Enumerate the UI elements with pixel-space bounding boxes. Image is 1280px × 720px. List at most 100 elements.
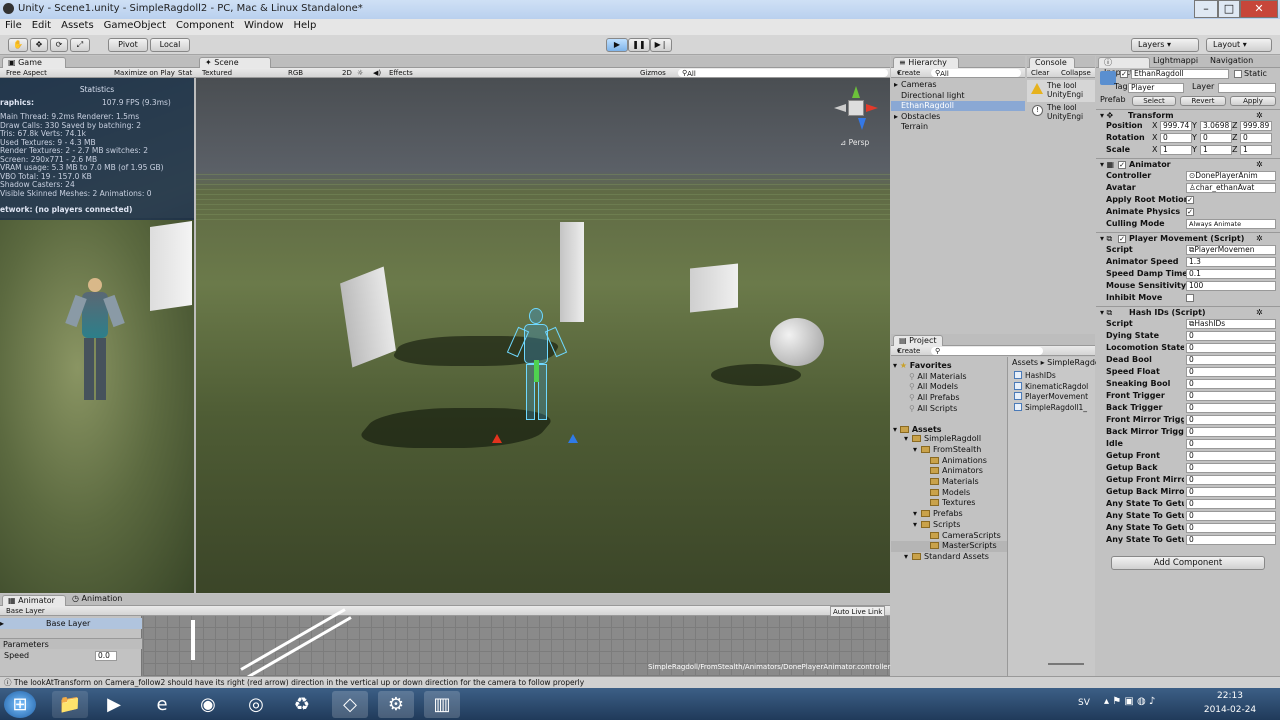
favorite-item[interactable]: ⚲ All Scripts (909, 403, 957, 415)
layout-dropdown[interactable]: Layout ▾ (1206, 38, 1272, 52)
projection-label[interactable]: ⊿ Persp (840, 138, 869, 147)
layer-dropdown[interactable] (1218, 83, 1276, 93)
hierarchy-item[interactable]: Directional light (891, 91, 1025, 101)
hash-field-input[interactable]: 0 (1186, 451, 1276, 461)
2d-toggle[interactable]: 2D (342, 68, 352, 78)
effects-dropdown[interactable]: Effects (389, 68, 413, 78)
transform-position-z-field[interactable]: 999.89 (1240, 121, 1272, 131)
speed-param-field[interactable]: 0.0 (95, 651, 117, 661)
step-icon[interactable]: ▶❘ (650, 38, 672, 52)
project-folder[interactable]: Animations (891, 456, 1007, 467)
pivot-button[interactable]: Pivot (108, 38, 148, 52)
start-button-icon[interactable]: ⊞ (4, 691, 36, 718)
object-name-field[interactable]: EthanRagdoll (1131, 69, 1229, 79)
tag-dropdown[interactable]: Player (1128, 83, 1184, 93)
menu-item-help[interactable]: Help (289, 19, 322, 31)
add-component-button[interactable]: Add Component (1111, 556, 1265, 570)
close-button[interactable]: ✕ (1240, 0, 1278, 18)
tab-scene[interactable]: ✦ Scene (199, 57, 271, 68)
project-folder[interactable]: Models (891, 488, 1007, 499)
hash-field-input[interactable]: 0 (1186, 535, 1276, 545)
avatar-field[interactable]: ♙char_ethanAvat (1186, 183, 1276, 193)
hash-ids-header[interactable]: ▾ ⧉ Hash IDs (Script) ✲ (1096, 306, 1280, 318)
rgb-dropdown[interactable]: RGB (288, 68, 303, 78)
hash-field-input[interactable]: 0 (1186, 427, 1276, 437)
hash-field-input[interactable]: 0 (1186, 523, 1276, 533)
project-folder[interactable]: Materials (891, 477, 1007, 488)
tab-project[interactable]: ▤ Project (893, 335, 943, 346)
hash-field-input[interactable]: 0 (1186, 391, 1276, 401)
prefab-select-button[interactable]: Select (1132, 96, 1176, 106)
audio-icon[interactable]: ◀) (373, 68, 381, 78)
tab-animation[interactable]: ◷ Animation (72, 593, 122, 605)
active-checkbox[interactable]: ✓ (1120, 70, 1128, 78)
hierarchy-item[interactable]: ▸ Obstacles (891, 112, 1025, 122)
scale-tool-icon[interactable]: ⤢ (70, 38, 90, 52)
ie-browser-icon[interactable]: e (144, 691, 180, 718)
layer-breadcrumb[interactable]: Base Layer (6, 606, 45, 616)
move-handle-z-icon[interactable] (568, 434, 578, 443)
hash-field-input[interactable]: 0 (1186, 415, 1276, 425)
light-icon[interactable]: ☼ (357, 68, 363, 78)
project-folder[interactable]: ▾ SimpleRagdoll (891, 434, 1007, 445)
unity-taskbar-icon[interactable]: ◇ (332, 691, 368, 718)
transform-rotation-x-field[interactable]: 0 (1160, 133, 1192, 143)
menu-item-assets[interactable]: Assets (56, 19, 99, 31)
hierarchy-item[interactable]: Terrain (891, 122, 1025, 132)
shading-dropdown[interactable]: Textured (202, 68, 232, 78)
tab-inspector[interactable]: ⓘ Inspector (1098, 57, 1150, 77)
culling-mode-dropdown[interactable]: Always Animate (1186, 219, 1276, 229)
minimize-button[interactable]: – (1194, 0, 1218, 18)
hash-field-input[interactable]: 0 (1186, 367, 1276, 377)
project-folder[interactable]: ▾ FromStealth (891, 445, 1007, 456)
hierarchy-search-input[interactable]: ⚲ All (931, 69, 1021, 78)
settings-gear-icon[interactable]: ✲ (1256, 233, 1263, 245)
layers-dropdown[interactable]: Layers ▾ (1131, 38, 1199, 52)
project-folder[interactable]: ▾ Prefabs (891, 509, 1007, 520)
static-checkbox[interactable] (1234, 70, 1242, 78)
scene-search-input[interactable]: ⚲ All (678, 69, 888, 78)
hierarchy-item[interactable]: EthanRagdoll (891, 101, 1025, 111)
settings-gear-icon[interactable]: ✲ (1256, 159, 1263, 171)
pm-field-input[interactable]: 1.3 (1186, 257, 1276, 267)
maximize-on-play-toggle[interactable]: Maximize on Play (114, 68, 175, 78)
clock-time[interactable]: 22:13 (1208, 691, 1252, 701)
tab-hierarchy[interactable]: ≡ Hierarchy (893, 57, 959, 68)
play-icon[interactable]: ▶ (606, 38, 628, 52)
transform-rotation-z-field[interactable]: 0 (1240, 133, 1272, 143)
settings-gear-icon[interactable]: ✲ (1256, 307, 1263, 319)
console-message[interactable]: The lool UnityEngi (1027, 80, 1095, 102)
pm-field-input[interactable]: 100 (1186, 281, 1276, 291)
tab-navigation[interactable]: Navigation (1210, 56, 1253, 67)
status-bar[interactable]: ⓘ The lookAtTransform on Camera_follow2 … (0, 676, 1280, 688)
controller-field[interactable]: ⊙DonePlayerAnim (1186, 171, 1276, 181)
rotate-tool-icon[interactable]: ⟳ (50, 38, 68, 52)
expand-arrow-icon[interactable]: ▸ (891, 80, 901, 90)
move-handle-x-icon[interactable] (492, 434, 502, 443)
game-viewport[interactable]: Statistics raphics: 107.9 FPS (9.3ms) Ma… (0, 78, 194, 593)
language-indicator[interactable]: SV (1078, 698, 1090, 708)
monodevelop-icon[interactable]: ⚙ (378, 691, 414, 718)
project-folder[interactable]: CameraScripts (891, 531, 1007, 542)
player-movement-header[interactable]: ▾ ⧉ ✓ Player Movement (Script) ✲ (1096, 232, 1280, 244)
menu-item-gameobject[interactable]: GameObject (99, 19, 171, 31)
tab-animator[interactable]: ▦ Animator (2, 595, 66, 606)
ragdoll-character[interactable] (506, 308, 568, 424)
project-folder[interactable]: Textures (891, 498, 1007, 509)
project-search-input[interactable]: ⚲ (931, 347, 1043, 355)
hash-field-input[interactable]: 0 (1186, 511, 1276, 521)
move-tool-icon[interactable]: ✥ (30, 38, 48, 52)
tab-game[interactable]: ▣ Game (2, 57, 66, 68)
menu-item-file[interactable]: File (0, 19, 27, 31)
hierarchy-item[interactable]: ▸ Cameras (891, 80, 1025, 90)
hash-field-input[interactable]: 0 (1186, 355, 1276, 365)
prefab-revert-button[interactable]: Revert (1180, 96, 1226, 106)
menu-item-component[interactable]: Component (171, 19, 239, 31)
explorer-icon[interactable]: 📁 (52, 691, 88, 718)
stats-toggle[interactable]: Stat (178, 68, 192, 78)
hash-field-input[interactable]: 0 (1186, 463, 1276, 473)
project-create-dropdown[interactable]: Create ▾ (897, 346, 920, 356)
transform-scale-x-field[interactable]: 1 (1160, 145, 1192, 155)
tab-console[interactable]: Console (1029, 57, 1075, 68)
script-field[interactable]: ⧉HashIDs (1186, 319, 1276, 329)
